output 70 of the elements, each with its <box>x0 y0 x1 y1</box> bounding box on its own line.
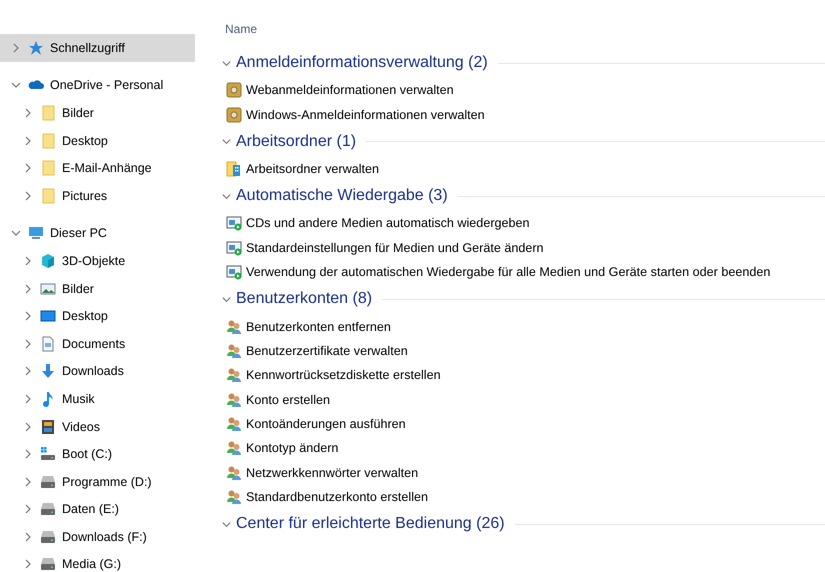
nav-item[interactable]: Bilder <box>0 274 195 302</box>
nav-item[interactable]: Bilder <box>0 99 195 127</box>
users-icon <box>226 489 242 506</box>
list-item[interactable]: Benutzerzertifikate verwalten <box>221 338 825 364</box>
drive-icon <box>40 528 56 545</box>
nav-item[interactable]: Downloads (F:) <box>0 523 195 551</box>
list-item[interactable]: Windows-Anmeldeinformationen verwalten <box>221 102 825 127</box>
monitor-icon <box>28 225 44 242</box>
nav-item[interactable]: Pictures <box>0 182 195 210</box>
users-icon <box>226 464 242 481</box>
nav-item[interactable]: 3D-Objekte <box>0 247 195 275</box>
nav-item[interactable]: Videos <box>0 412 195 440</box>
group-header[interactable]: Benutzerkonten (8) <box>236 290 372 308</box>
media-play-icon <box>226 264 242 280</box>
nav-item[interactable]: Media (G:) <box>0 550 195 572</box>
nav-item[interactable]: Musik <box>0 385 195 413</box>
drive-icon <box>40 446 56 462</box>
users-icon <box>226 318 242 335</box>
nav-item[interactable]: Schnellzugriff <box>0 34 195 62</box>
users-icon <box>226 392 242 408</box>
nav-item[interactable]: Desktop <box>0 302 195 330</box>
list-item[interactable]: Netzwerkkennwörter verwalten <box>221 460 825 486</box>
list-item[interactable]: Webanmeldeinformationen verwalten <box>221 78 825 102</box>
nav-item[interactable]: Documents <box>0 330 195 358</box>
folder-icon <box>40 188 56 204</box>
drive-icon <box>40 474 56 490</box>
media-play-icon <box>226 215 242 232</box>
nav-item[interactable]: Desktop <box>0 126 195 154</box>
users-icon <box>226 367 242 384</box>
group-header[interactable]: Arbeitsordner (1) <box>236 132 356 151</box>
list-item[interactable]: CDs und andere Medien automatisch wiedergeben <box>221 211 825 236</box>
nav-item[interactable]: Dieser PC <box>0 220 195 248</box>
document-icon <box>40 336 56 352</box>
list-item[interactable]: Standardbenutzerkonto erstellen <box>221 485 825 510</box>
list-item[interactable]: Standardeinstellungen für Medien und Geräte ändern <box>221 236 825 260</box>
nav-item[interactable]: Programme (D:) <box>0 468 195 496</box>
folder-icon <box>40 160 56 176</box>
drive-icon <box>40 556 56 572</box>
folder-icon <box>40 132 56 149</box>
download-icon <box>40 363 56 380</box>
nav-item[interactable]: Daten (E:) <box>0 496 195 524</box>
list-item[interactable]: Konto erstellen <box>221 388 825 412</box>
list-item[interactable]: Kontoänderungen ausführen <box>221 412 825 436</box>
list-item[interactable]: Kontotyp ändern <box>221 436 825 461</box>
list-item[interactable]: Kennwortrücksetzdiskette erstellen <box>221 363 825 388</box>
users-icon <box>226 440 242 456</box>
group-header[interactable]: Anmeldeinformationsverwaltung (2) <box>236 54 488 72</box>
list-item[interactable]: Arbeitsordner verwalten <box>221 156 825 182</box>
list-item[interactable]: Verwendung der automatischen Wiedergabe für alle Medien und Geräte starten oder beenden <box>221 260 825 284</box>
nav-item[interactable]: Downloads <box>0 358 195 386</box>
users-icon <box>226 416 242 432</box>
star-icon <box>28 40 44 56</box>
drive-icon <box>40 501 56 518</box>
nav-item[interactable]: Boot (C:) <box>0 440 195 468</box>
folder-icon <box>40 104 56 121</box>
nav-item[interactable]: OneDrive - Personal <box>0 72 195 100</box>
safe-icon <box>226 106 242 123</box>
group-header[interactable]: Automatische Wiedergabe (3) <box>236 187 448 206</box>
cube-icon <box>40 252 56 269</box>
users-icon <box>226 342 242 359</box>
desktop-icon <box>40 308 56 324</box>
nav-item[interactable]: E-Mail-Anhänge <box>0 154 195 182</box>
picture-icon <box>40 280 56 297</box>
media-play-icon <box>226 240 242 256</box>
film-icon <box>40 418 56 435</box>
folder-icon <box>226 160 242 177</box>
list-item[interactable]: Benutzerkonten entfernen <box>221 314 825 339</box>
group-header[interactable]: Center für erleichterte Bedienung (26) <box>236 515 505 534</box>
safe-icon <box>226 82 242 98</box>
column-header[interactable]: Name <box>221 22 825 42</box>
